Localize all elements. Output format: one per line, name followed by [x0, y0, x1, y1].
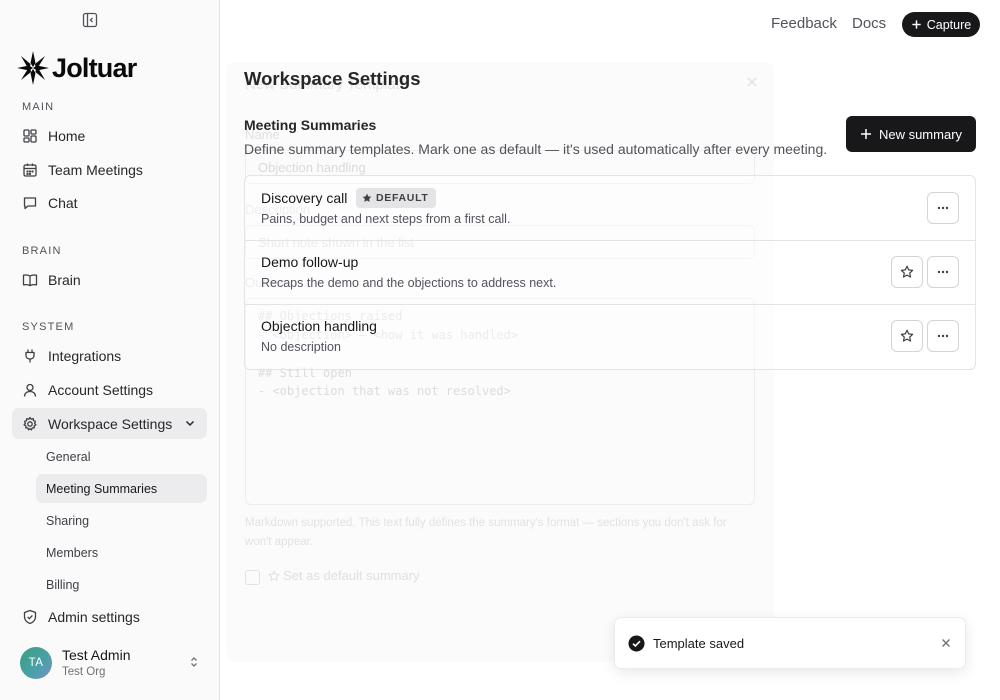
default-checkbox-label: Set as default summary [283, 568, 420, 583]
shield-check-icon [22, 609, 38, 625]
docs-link[interactable]: Docs [852, 15, 886, 32]
summary-list: Discovery call DEFAULT Pains, budget and… [244, 175, 976, 370]
user-org: Test Org [62, 666, 106, 678]
plus-icon [860, 129, 871, 139]
star-icon [268, 570, 280, 582]
brand-name: Joltuar [52, 53, 137, 83]
sidebar-subitem-sharing[interactable]: Sharing [36, 506, 207, 535]
sidebar-item-account-settings[interactable]: Account Settings [12, 374, 207, 405]
sidebar: Joltuar MAIN Home Team Meetings Chat BRA… [0, 0, 220, 700]
close-icon[interactable] [941, 638, 951, 648]
user-icon [22, 382, 38, 398]
outline-line: - <objection that was not resolved> [258, 384, 511, 398]
help-text: Markdown supported. This text fully defi… [245, 517, 727, 529]
section-label-system: SYSTEM [22, 321, 75, 333]
sidebar-item-team-meetings[interactable]: Team Meetings [12, 154, 207, 185]
summary-row: Objection handling No description [245, 304, 975, 368]
sidebar-item-admin-settings[interactable]: Admin settings [12, 601, 207, 632]
summary-more-button[interactable] [927, 320, 959, 352]
summary-description: No description [261, 340, 341, 354]
capture-button-label: Capture [926, 17, 972, 32]
sidebar-item-chat[interactable]: Chat [12, 187, 207, 218]
more-horizontal-icon [937, 206, 949, 210]
user-menu[interactable]: TA Test Admin Test Org [20, 646, 206, 680]
default-badge: DEFAULT [356, 188, 436, 208]
brand-logo[interactable]: Joltuar [16, 50, 137, 86]
default-checkbox [245, 570, 260, 585]
toast-notification: Template saved [614, 617, 966, 669]
summary-row: Demo follow-up Recaps the demo and the o… [245, 240, 975, 304]
sidebar-item-label: Home [48, 127, 86, 144]
summary-description: Recaps the demo and the objections to ad… [261, 276, 557, 290]
section-label-main: MAIN [22, 101, 55, 113]
sidebar-item-integrations[interactable]: Integrations [12, 340, 207, 371]
help-text: won't appear. [245, 536, 314, 548]
feedback-link[interactable]: Feedback [771, 15, 837, 32]
sidebar-item-workspace-settings[interactable]: Workspace Settings [12, 408, 207, 439]
set-default-star-button[interactable] [891, 320, 923, 352]
capture-button[interactable]: Capture [902, 12, 980, 37]
new-summary-button-label: New summary [878, 126, 963, 142]
gear-icon [22, 416, 38, 432]
sidebar-collapse-icon[interactable] [82, 12, 98, 28]
summary-name: Discovery call [261, 190, 348, 206]
sidebar-item-label: Chat [48, 194, 78, 211]
dashboard-icon [22, 128, 38, 144]
page-title: Workspace Settings [244, 68, 421, 89]
chevron-down-icon [183, 416, 197, 430]
sidebar-item-label: Workspace Settings [48, 415, 173, 432]
sidebar-item-label: Team Meetings [48, 161, 143, 178]
sidebar-subitem-members[interactable]: Members [36, 538, 207, 567]
sidebar-item-brain[interactable]: Brain [12, 264, 207, 295]
section-label-brain: BRAIN [22, 245, 62, 257]
summary-more-button[interactable] [927, 192, 959, 224]
default-badge-label: DEFAULT [376, 192, 429, 204]
summary-name: Objection handling [261, 318, 377, 334]
plus-icon [912, 20, 921, 29]
star-icon [900, 329, 914, 342]
joltuar-logo-icon [17, 51, 49, 85]
sidebar-item-home[interactable]: Home [12, 120, 207, 151]
sidebar-item-label: Admin settings [48, 608, 140, 625]
summary-description: Pains, budget and next steps from a firs… [261, 212, 511, 226]
calendar-icon [22, 162, 38, 178]
chat-bubble-icon [22, 195, 38, 211]
set-default-star-button[interactable] [891, 256, 923, 288]
summary-more-button[interactable] [927, 256, 959, 288]
sidebar-item-label: Integrations [48, 347, 122, 364]
sidebar-item-label: Brain [48, 271, 81, 288]
sidebar-item-label: Account Settings [48, 381, 154, 398]
new-summary-button[interactable]: New summary [846, 116, 976, 152]
star-icon [900, 265, 914, 278]
sidebar-subitem-general[interactable]: General [36, 442, 207, 471]
star-filled-icon [362, 193, 372, 202]
section-title: Meeting Summaries [244, 117, 377, 133]
user-name: Test Admin [62, 647, 131, 663]
chevrons-up-down-icon [188, 656, 200, 668]
book-open-icon [22, 272, 38, 288]
toast-message: Template saved [653, 636, 745, 651]
check-circle-icon [628, 635, 645, 652]
more-horizontal-icon [937, 334, 949, 338]
sidebar-subitem-meeting-summaries[interactable]: Meeting Summaries [36, 474, 207, 503]
summary-name: Demo follow-up [261, 254, 359, 270]
close-icon [747, 77, 757, 87]
plug-icon [22, 348, 38, 364]
name-input-value: Objection handling [258, 160, 366, 175]
sidebar-subitem-billing[interactable]: Billing [36, 570, 207, 599]
avatar: TA [20, 647, 52, 679]
summary-row: Discovery call DEFAULT Pains, budget and… [245, 176, 975, 240]
section-description: Define summary templates. Mark one as de… [244, 141, 828, 157]
more-horizontal-icon [937, 270, 949, 274]
